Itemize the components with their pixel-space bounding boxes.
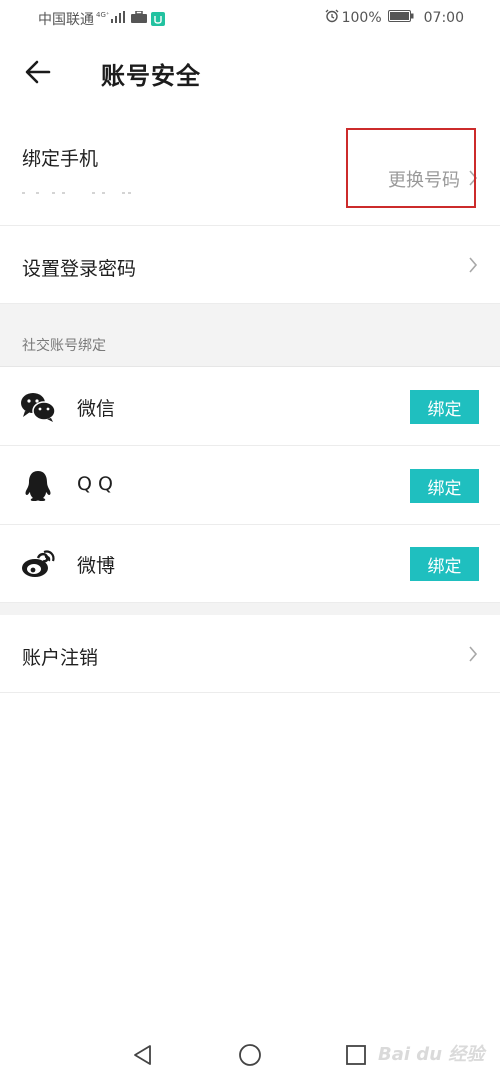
social-row-wechat: 微信 绑定: [0, 368, 500, 446]
social-name: 微信: [77, 398, 116, 420]
bind-wechat-button[interactable]: 绑定: [410, 390, 479, 424]
account-cancel-row[interactable]: 账户注销: [0, 615, 500, 693]
section-title: 社交账号绑定: [22, 338, 106, 354]
nav-back-button[interactable]: [128, 1042, 158, 1072]
masked-phone-number: [22, 190, 132, 196]
set-password-label: 设置登录密码: [22, 258, 137, 280]
social-section-header: 社交账号绑定: [0, 304, 500, 367]
app-header: 账号安全: [0, 40, 500, 106]
nav-recent-icon: [345, 1044, 367, 1070]
back-button[interactable]: [14, 52, 62, 96]
status-right: 100% 07:00: [325, 9, 464, 27]
social-name: Q Q: [77, 473, 113, 495]
watermark: Bai du 经验: [378, 1044, 485, 1065]
status-bar: 中国联通 4G⁺ 100% 07:00: [0, 0, 500, 34]
social-row-qq: Q Q 绑定: [0, 447, 500, 525]
signal-icon: [110, 11, 125, 27]
bind-phone-label: 绑定手机: [22, 148, 99, 170]
social-row-weibo: 微博 绑定: [0, 525, 500, 603]
battery-percent: 100%: [341, 10, 382, 26]
network-type-badge: 4G⁺: [96, 11, 110, 19]
section-divider: [0, 603, 500, 615]
chevron-right-icon: [468, 257, 478, 273]
battery-icon: [387, 10, 414, 26]
account-cancel-label: 账户注销: [22, 647, 99, 669]
app-badge-icon: [150, 12, 165, 26]
qq-icon: [20, 469, 56, 503]
set-password-row[interactable]: 设置登录密码: [0, 226, 500, 304]
chevron-right-icon: [468, 646, 478, 662]
briefcase-icon: [130, 10, 147, 27]
alarm-icon: [325, 9, 339, 27]
nav-recent-button[interactable]: [341, 1042, 371, 1072]
carrier-name: 中国联通: [38, 12, 94, 28]
chevron-right-icon: [468, 170, 478, 186]
status-left: 中国联通 4G⁺: [38, 9, 165, 29]
clock: 07:00: [423, 10, 464, 26]
nav-home-button[interactable]: [235, 1042, 265, 1072]
arrow-left-icon: [25, 60, 51, 88]
nav-home-icon: [238, 1043, 262, 1071]
nav-back-icon: [132, 1044, 154, 1070]
bind-phone-row: 绑定手机 更换号码: [0, 110, 500, 226]
social-name: 微博: [77, 555, 116, 577]
bind-qq-button[interactable]: 绑定: [410, 469, 479, 503]
wechat-icon: [20, 390, 56, 424]
page-title: 账号安全: [101, 62, 201, 90]
weibo-icon: [20, 547, 56, 581]
bind-weibo-button[interactable]: 绑定: [410, 547, 479, 581]
change-number-link[interactable]: 更换号码: [388, 166, 460, 192]
